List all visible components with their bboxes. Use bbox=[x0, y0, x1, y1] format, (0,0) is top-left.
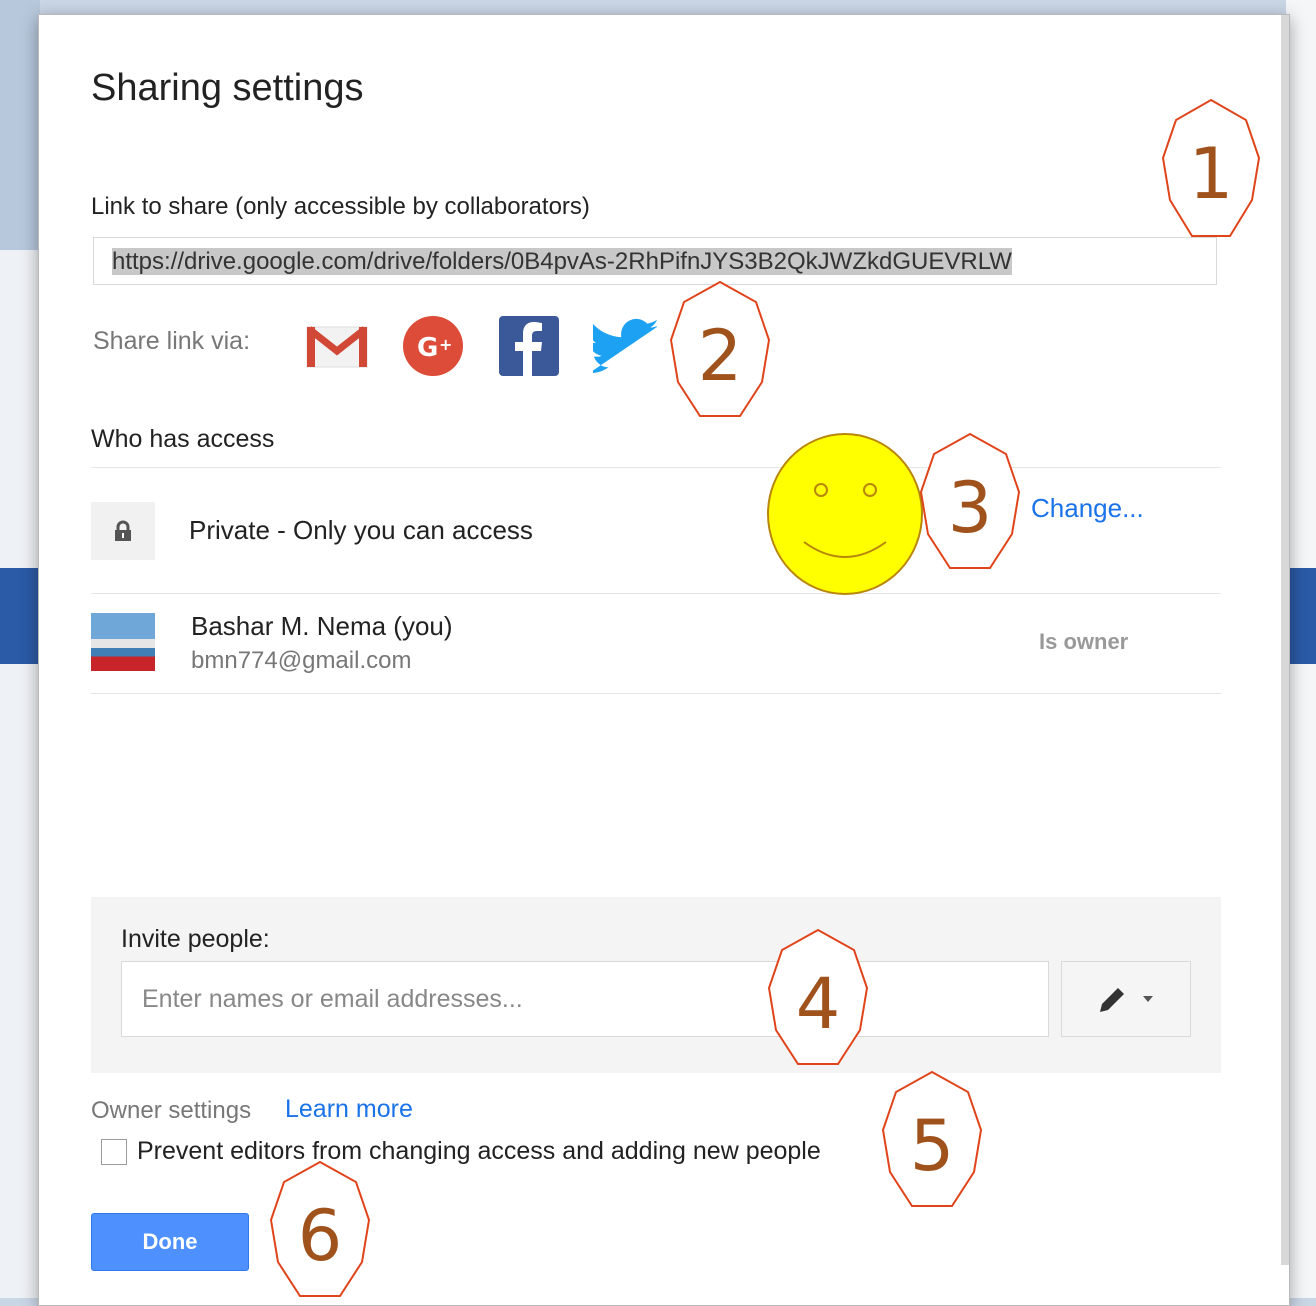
share-link-field[interactable]: https://drive.google.com/drive/folders/0… bbox=[93, 237, 1217, 285]
done-button[interactable]: Done bbox=[91, 1213, 249, 1271]
dialog-scrollbar[interactable] bbox=[1281, 15, 1289, 1265]
callout-1: 1 bbox=[1161, 98, 1261, 237]
learn-more-link[interactable]: Learn more bbox=[285, 1095, 413, 1124]
share-via-label: Share link via: bbox=[93, 327, 251, 355]
share-link-value: https://drive.google.com/drive/folders/0… bbox=[112, 248, 1012, 275]
owner-name: Bashar M. Nema (you) bbox=[191, 611, 453, 641]
google-plus-icon[interactable]: G + bbox=[401, 316, 465, 376]
background-app-left-band bbox=[0, 568, 40, 664]
access-private-label: Private - Only you can access bbox=[189, 515, 533, 545]
callout-1-number: 1 bbox=[1189, 133, 1234, 215]
callout-6: 6 bbox=[269, 1160, 371, 1297]
prevent-editors-label: Prevent editors from changing access and… bbox=[137, 1137, 821, 1165]
callout-5-number: 5 bbox=[910, 1105, 955, 1187]
twitter-icon[interactable] bbox=[593, 317, 657, 375]
invite-label: Invite people: bbox=[121, 925, 270, 953]
lock-icon bbox=[91, 502, 155, 560]
change-access-link[interactable]: Change... bbox=[1031, 493, 1144, 524]
callout-2-number: 2 bbox=[698, 315, 743, 397]
chevron-down-icon bbox=[1143, 996, 1153, 1002]
divider bbox=[91, 467, 1221, 468]
facebook-icon[interactable] bbox=[497, 316, 561, 376]
svg-text:G: G bbox=[417, 333, 438, 363]
dialog-title: Sharing settings bbox=[91, 67, 364, 109]
owner-role: Is owner bbox=[1039, 629, 1129, 654]
background-app-left-header bbox=[0, 0, 40, 250]
callout-4: 4 bbox=[767, 928, 869, 1065]
callout-6-number: 6 bbox=[298, 1195, 343, 1277]
pencil-icon bbox=[1100, 988, 1124, 1012]
callout-2: 2 bbox=[669, 280, 771, 417]
divider bbox=[91, 693, 1221, 694]
callout-5: 5 bbox=[881, 1070, 983, 1207]
gmail-icon[interactable] bbox=[305, 317, 369, 375]
background-app-right-band bbox=[1286, 568, 1316, 664]
smiley-icon bbox=[767, 433, 923, 595]
svg-text:+: + bbox=[439, 335, 452, 354]
sharing-dialog: Sharing settings Link to share (only acc… bbox=[38, 14, 1290, 1306]
link-label: Link to share (only accessible by collab… bbox=[91, 193, 590, 220]
owner-settings-label: Owner settings bbox=[91, 1097, 252, 1124]
invite-input[interactable] bbox=[121, 961, 1049, 1037]
callout-3-number: 3 bbox=[948, 467, 993, 549]
who-has-access-heading: Who has access bbox=[91, 425, 275, 453]
owner-email: bmn774@gmail.com bbox=[191, 647, 412, 674]
callout-3: 3 bbox=[919, 432, 1021, 569]
callout-4-number: 4 bbox=[796, 963, 841, 1045]
divider bbox=[91, 593, 1221, 594]
prevent-editors-checkbox[interactable] bbox=[101, 1139, 127, 1165]
permission-dropdown-button[interactable] bbox=[1061, 961, 1191, 1037]
avatar bbox=[91, 613, 155, 671]
